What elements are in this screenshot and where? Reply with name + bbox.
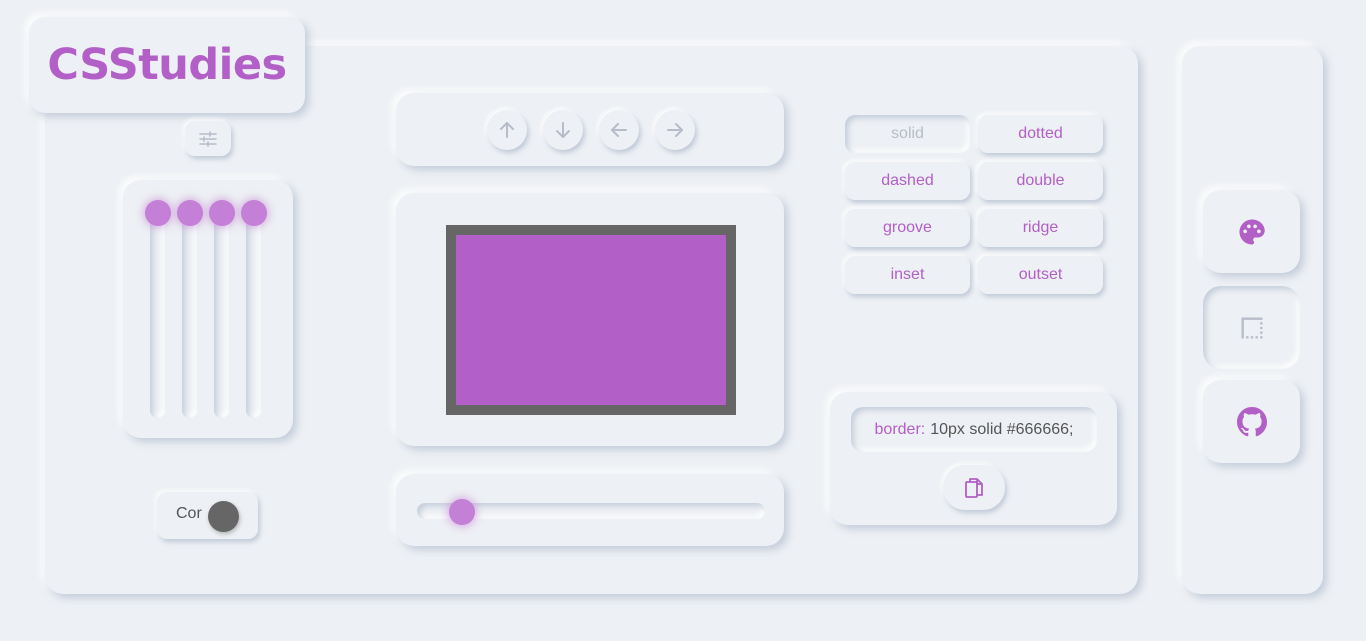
- arrow-left-button[interactable]: [599, 110, 639, 150]
- slider-thumb[interactable]: [209, 200, 235, 226]
- style-button-outset[interactable]: outset: [978, 256, 1103, 294]
- preview-element: [446, 225, 736, 415]
- github-button[interactable]: [1203, 380, 1300, 463]
- style-button-dotted[interactable]: dotted: [978, 115, 1103, 153]
- copy-button[interactable]: [943, 465, 1005, 510]
- code-value: 10px solid #666666;: [930, 420, 1074, 438]
- style-button-double[interactable]: double: [978, 162, 1103, 200]
- slider-track[interactable]: [182, 210, 197, 418]
- style-button-groove[interactable]: groove: [845, 209, 970, 247]
- arrow-down-button[interactable]: [543, 110, 583, 150]
- slider-thumb[interactable]: [145, 200, 171, 226]
- slider-track[interactable]: [214, 210, 229, 418]
- slider-thumb[interactable]: [177, 200, 203, 226]
- side-panel: [1182, 46, 1323, 594]
- border-width-slider: [396, 474, 784, 546]
- border-button[interactable]: [1203, 286, 1300, 369]
- border-icon: [1241, 317, 1262, 338]
- slider-thumb[interactable]: [449, 499, 475, 525]
- arrow-up-button[interactable]: [487, 110, 527, 150]
- code-property: border:: [874, 420, 926, 438]
- color-picker[interactable]: Cor: [157, 492, 258, 539]
- palette-icon: [1239, 219, 1265, 244]
- slider-track[interactable]: [150, 210, 165, 418]
- logo-text: CSStudies: [47, 40, 287, 90]
- arrow-right-icon: [667, 123, 683, 137]
- github-icon: [1236, 406, 1267, 436]
- settings-button[interactable]: [185, 121, 231, 156]
- logo: CSStudies: [29, 17, 305, 113]
- color-label: Cor: [176, 505, 202, 522]
- arrow-up-icon: [500, 122, 514, 138]
- copy-icon: [965, 477, 983, 498]
- color-swatch[interactable]: [208, 501, 239, 532]
- code-output: border: 10px solid #666666;: [830, 392, 1117, 525]
- style-button-solid[interactable]: solid: [845, 115, 970, 153]
- sliders-icon: [199, 130, 217, 147]
- arrow-right-button[interactable]: [655, 110, 695, 150]
- arrow-left-icon: [611, 123, 627, 137]
- palette-button[interactable]: [1203, 190, 1300, 273]
- code-line: border: 10px solid #666666;: [851, 407, 1097, 452]
- arrow-down-icon: [556, 122, 570, 138]
- slider-thumb[interactable]: [241, 200, 267, 226]
- slider-track[interactable]: [246, 210, 261, 418]
- style-button-ridge[interactable]: ridge: [978, 209, 1103, 247]
- preview-panel: [396, 193, 784, 446]
- style-button-inset[interactable]: inset: [845, 256, 970, 294]
- style-button-dashed[interactable]: dashed: [845, 162, 970, 200]
- direction-buttons: [396, 93, 784, 166]
- radius-sliders: [123, 180, 293, 438]
